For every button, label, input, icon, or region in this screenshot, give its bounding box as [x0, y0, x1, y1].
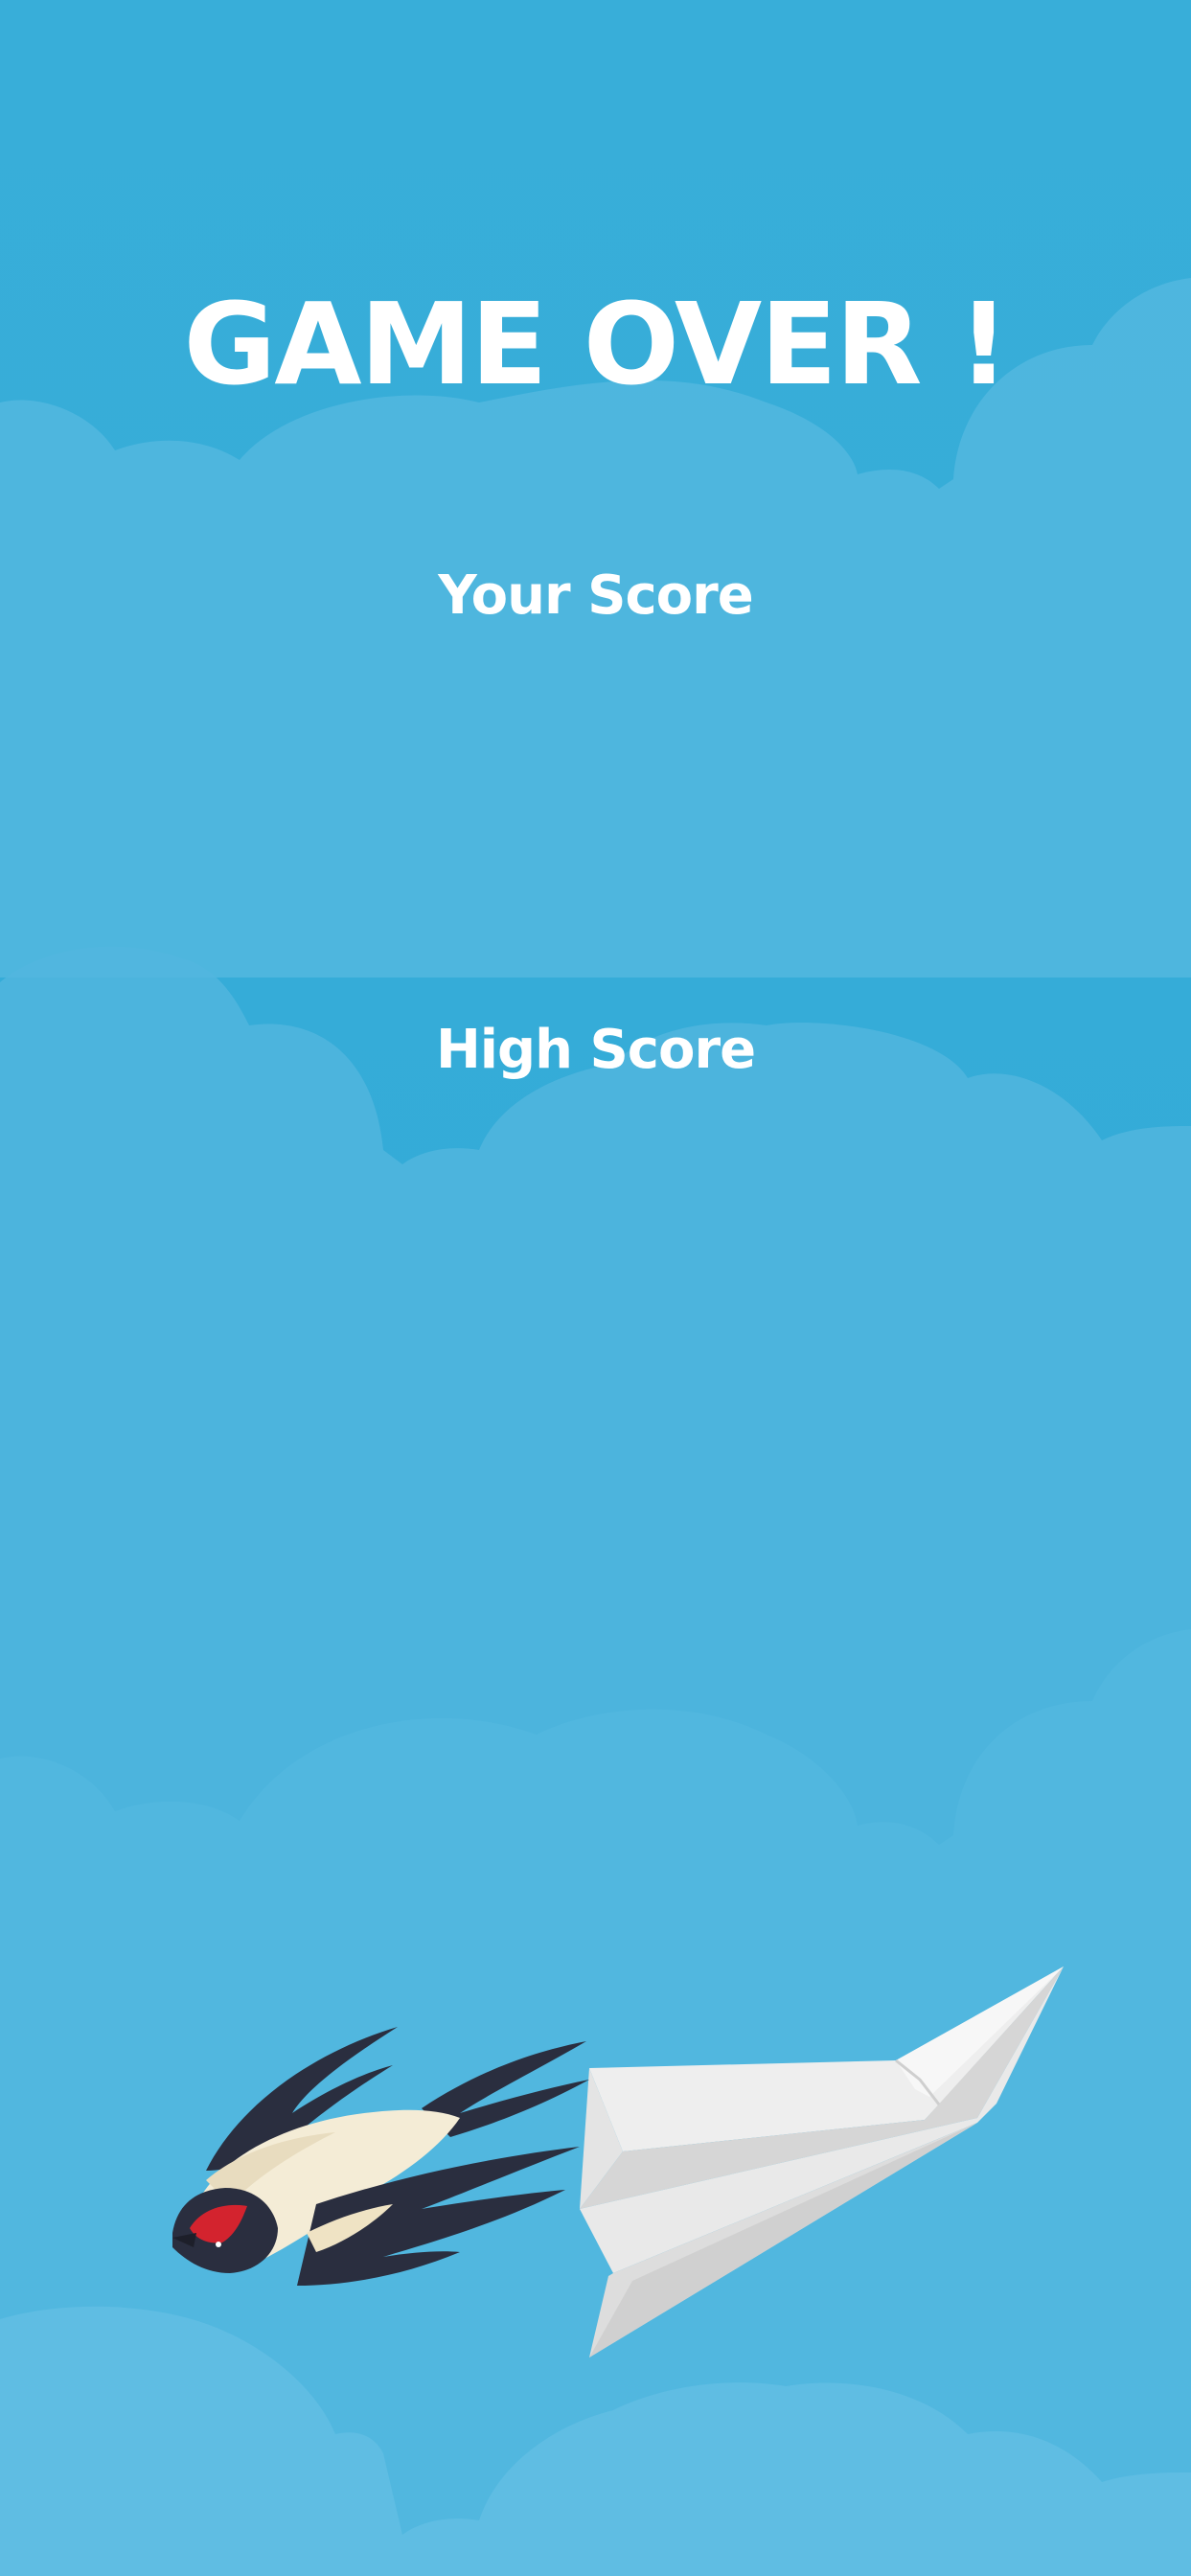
swallow-bird-sprite [172, 2027, 589, 2286]
game-over-screen: GAME OVER ! Your Score High Score [0, 0, 1191, 2576]
swallow-bird-icon [172, 2027, 589, 2286]
